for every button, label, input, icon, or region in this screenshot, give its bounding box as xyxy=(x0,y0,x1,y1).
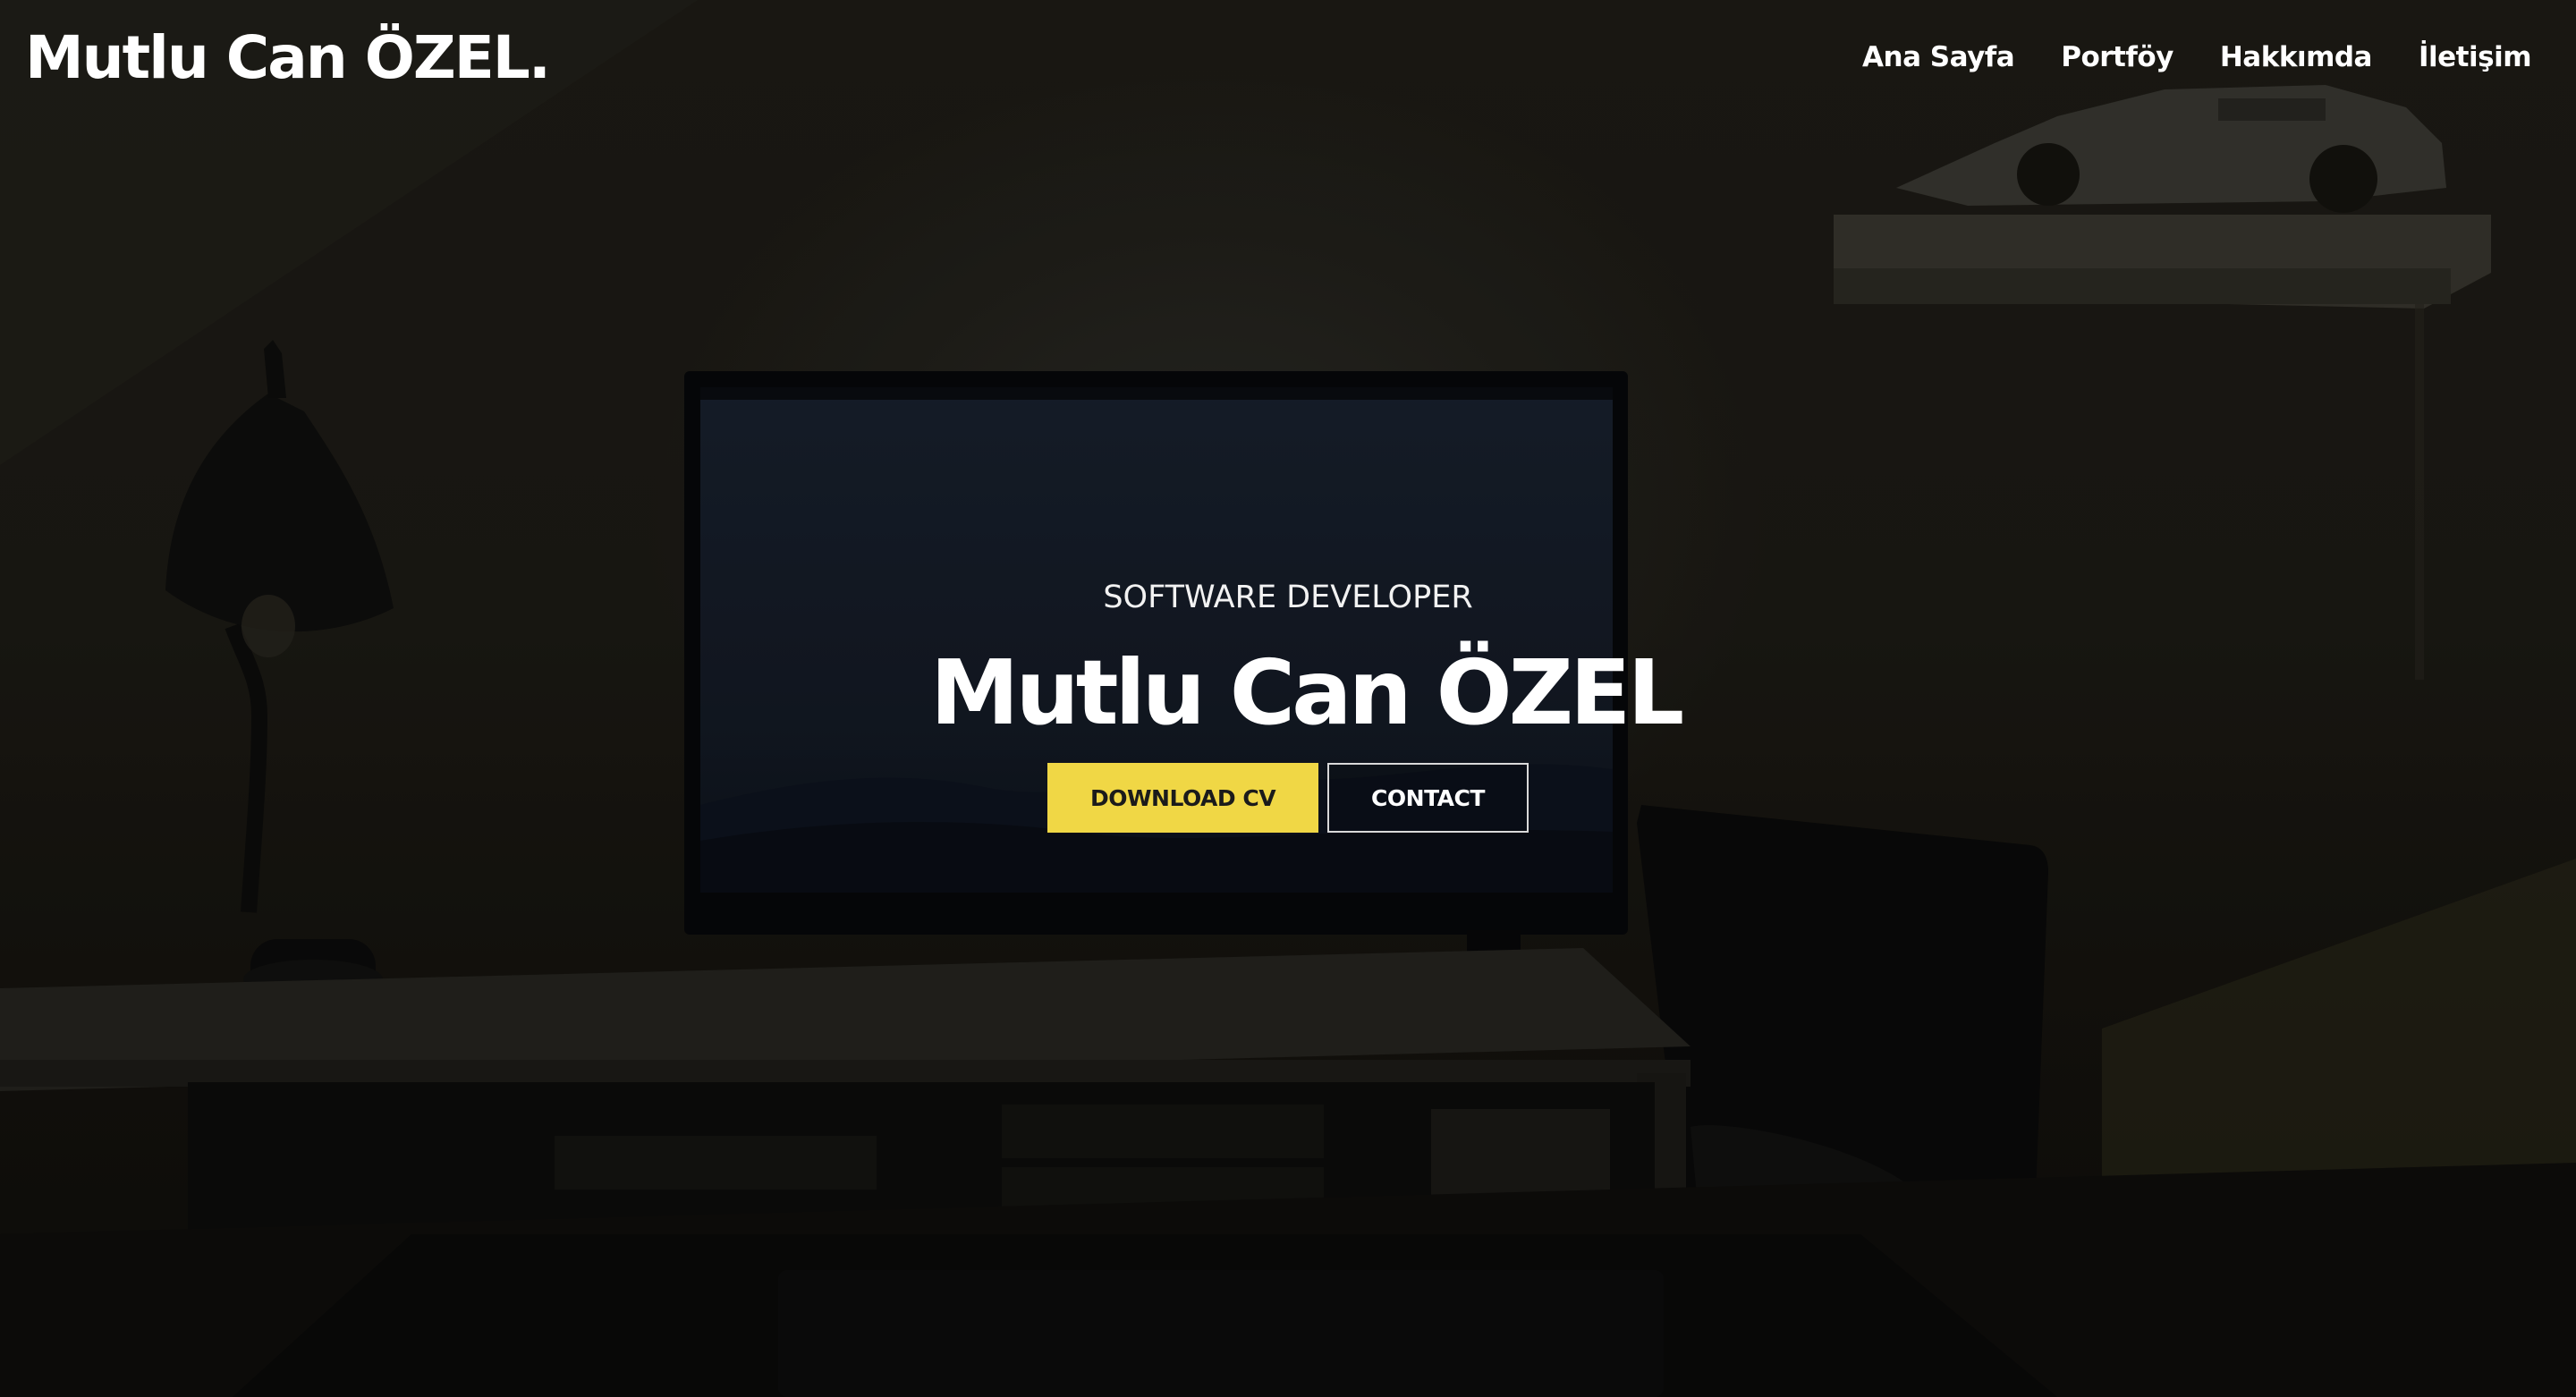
contact-button[interactable]: CONTACT xyxy=(1327,763,1529,833)
nav-link-home[interactable]: Ana Sayfa xyxy=(1862,41,2015,73)
brand-logo[interactable]: Mutlu Can ÖZEL. xyxy=(25,23,551,92)
nav-link-about[interactable]: Hakkımda xyxy=(2220,41,2373,73)
navbar: Mutlu Can ÖZEL. Ana Sayfa Portföy Hakkım… xyxy=(0,0,2576,134)
nav-link-contact[interactable]: İletişim xyxy=(2419,41,2532,73)
hero-section: Mutlu Can ÖZEL. Ana Sayfa Portföy Hakkım… xyxy=(0,0,2576,1397)
download-cv-button[interactable]: DOWNLOAD CV xyxy=(1047,763,1318,833)
hero-content: SOFTWARE DEVELOPER Mutlu Can ÖZEL DOWNLO… xyxy=(0,0,2576,1397)
hero-title: Mutlu Can ÖZEL xyxy=(930,640,1684,745)
hero-subtitle: SOFTWARE DEVELOPER xyxy=(1103,580,1473,615)
nav-link-portfolio[interactable]: Portföy xyxy=(2061,41,2174,73)
nav-links: Ana Sayfa Portföy Hakkımda İletişim xyxy=(1862,41,2531,73)
